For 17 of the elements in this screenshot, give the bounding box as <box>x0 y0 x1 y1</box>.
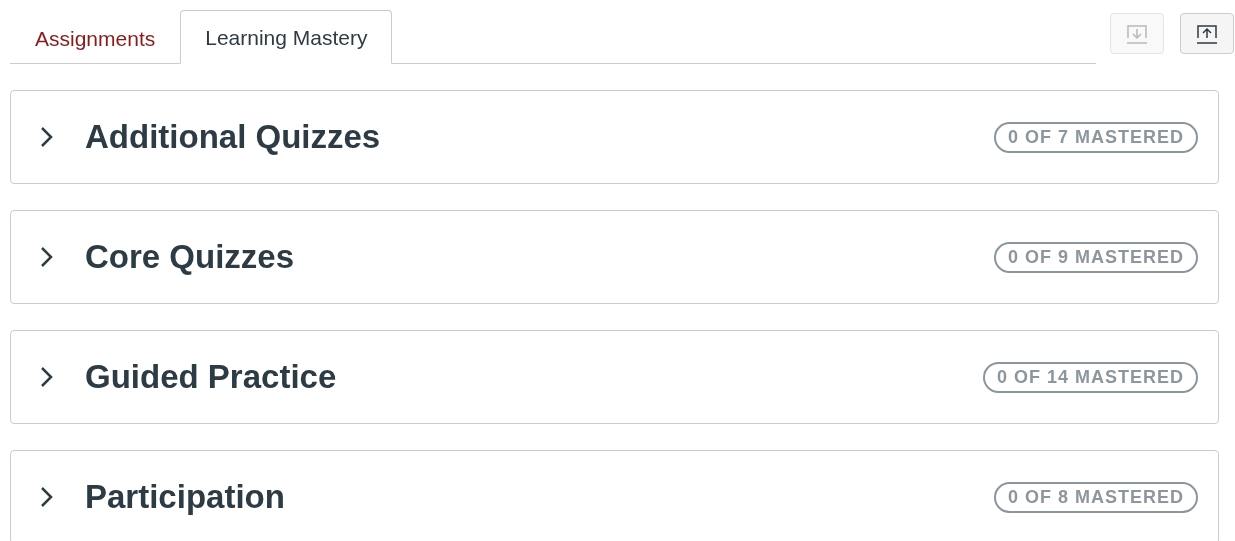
outcome-group-card[interactable]: Core Quizzes 0 OF 9 MASTERED <box>10 210 1219 304</box>
outcome-group-card[interactable]: Participation 0 OF 8 MASTERED <box>10 450 1219 541</box>
outcome-group-card[interactable]: Guided Practice 0 OF 14 MASTERED <box>10 330 1219 424</box>
download-icon <box>1126 22 1148 45</box>
group-title: Additional Quizzes <box>85 118 382 156</box>
mastery-badge: 0 OF 7 MASTERED <box>993 121 1198 153</box>
tab[interactable]: Assignments <box>10 11 181 64</box>
upload-button[interactable] <box>1180 13 1234 54</box>
mastery-badge: 0 OF 8 MASTERED <box>993 481 1198 513</box>
upload-icon <box>1196 22 1218 45</box>
mastery-badge: 0 OF 14 MASTERED <box>982 361 1198 393</box>
tab[interactable]: Learning Mastery <box>180 10 393 64</box>
group-title: Guided Practice <box>85 358 338 396</box>
outcome-group-card[interactable]: Additional Quizzes 0 OF 7 MASTERED <box>10 90 1219 184</box>
group-title: Core Quizzes <box>85 238 296 276</box>
group-title: Participation <box>85 478 286 516</box>
mastery-badge: 0 OF 9 MASTERED <box>993 241 1198 273</box>
